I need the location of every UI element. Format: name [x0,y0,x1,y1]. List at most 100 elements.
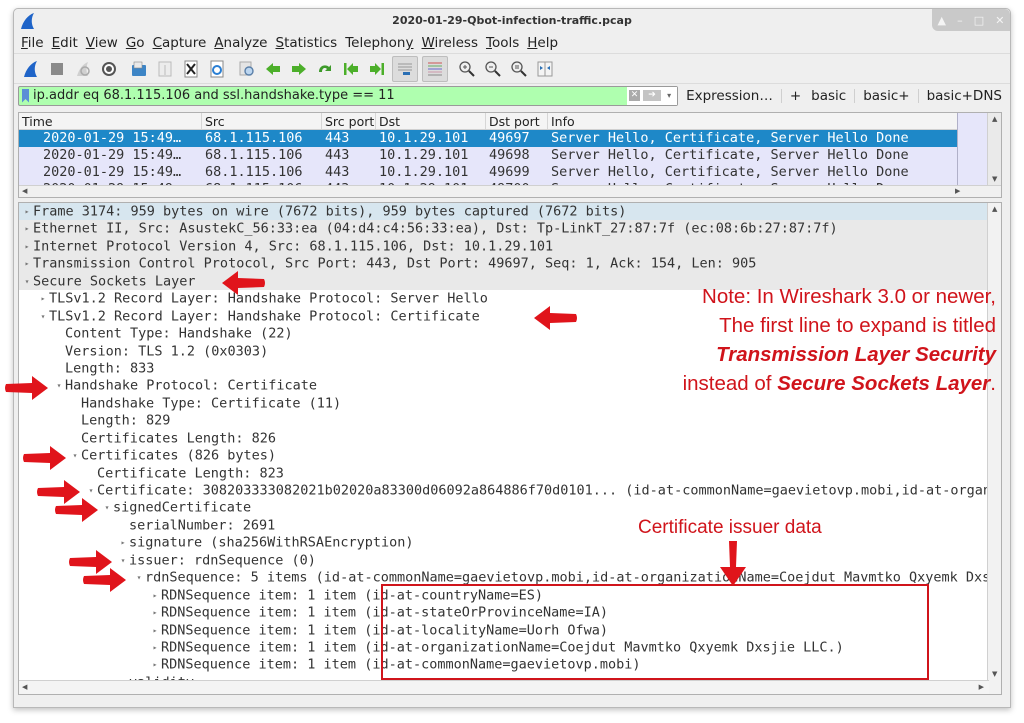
menu-file[interactable]: File [21,35,44,51]
clear-filter-icon[interactable]: ✕ [629,90,641,101]
reload-file-button[interactable] [206,58,228,80]
collapse-arrow-icon[interactable]: ▾ [85,482,97,499]
tree-item[interactable]: ▸Certificate Length: 823 [19,465,1001,482]
scroll-left-icon[interactable]: ◀ [22,187,27,195]
expand-arrow-icon[interactable]: ▸ [149,587,161,604]
filter-button-basic-plus[interactable]: basic+ [855,88,917,104]
collapse-arrow-icon[interactable]: ▾ [53,377,65,394]
collapse-arrow-icon[interactable]: ▾ [69,447,81,464]
find-packet-button[interactable] [236,58,258,80]
capture-options-button[interactable] [98,58,120,80]
menu-capture[interactable]: Capture [153,35,207,51]
resize-columns-button[interactable] [534,58,556,80]
packet-details-vertical-scrollbar[interactable]: ▲ ▼ [987,203,1001,694]
menu-tools[interactable]: Tools [486,35,519,51]
go-to-packet-button[interactable] [314,58,336,80]
tree-item[interactable]: ▸ Ethernet II, Src: AsustekC_56:33:ea (04… [19,220,1001,238]
packet-row[interactable]: 2020-01-29 15:49… 68.1.115.106 443 10.1.29.… [19,164,1001,181]
collapse-arrow-icon[interactable]: ▾ [117,552,129,569]
restart-capture-button[interactable] [72,58,94,80]
expand-arrow-icon[interactable]: ▸ [149,622,161,639]
menu-wireless[interactable]: Wireless [421,35,478,51]
tree-item[interactable]: ▾ signedCertificate [19,499,1001,516]
tree-item[interactable]: ▾ issuer: rdnSequence (0) [19,552,1001,569]
tree-item[interactable]: ▾ Certificates (826 bytes) [19,447,1001,464]
filter-history-dropdown-icon[interactable]: ▾ [667,91,671,100]
expand-arrow-icon[interactable]: ▸ [21,220,33,237]
menu-analyze[interactable]: Analyze [214,35,267,51]
scroll-left-icon[interactable]: ◀ [22,683,27,691]
add-filter-button[interactable]: + [782,88,809,104]
expand-arrow-icon[interactable]: ▸ [21,203,33,220]
scroll-down-icon[interactable]: ▼ [992,175,997,183]
tree-item[interactable]: ▸ Frame 3174: 959 bytes on wire (7672 bit… [19,203,1001,221]
column-header-src[interactable]: Src [202,113,322,129]
menu-view[interactable]: View [86,35,118,51]
column-header-dst-port[interactable]: Dst port [486,113,548,129]
expand-arrow-icon[interactable]: ▸ [149,639,161,656]
collapse-arrow-icon[interactable]: ▾ [21,273,33,290]
start-capture-button[interactable] [20,58,42,80]
zoom-in-button[interactable] [456,58,478,80]
tree-item[interactable]: ▸ signature (sha256WithRSAEncryption) [19,534,1001,551]
go-forward-button[interactable] [288,58,310,80]
expand-arrow-icon[interactable]: ▸ [149,604,161,621]
stop-capture-button[interactable] [46,58,68,80]
last-packet-button[interactable] [366,58,388,80]
expand-arrow-icon[interactable]: ▸ [117,534,129,551]
colorize-button[interactable] [422,55,448,82]
packet-row[interactable]: 2020-01-29 15:49… 68.1.115.106 443 10.1.29.… [19,130,1001,147]
collapse-arrow-icon[interactable]: ▾ [101,499,113,516]
menu-help[interactable]: Help [527,35,558,51]
collapse-arrow-icon[interactable]: ▾ [37,308,49,325]
filter-button-basic[interactable]: basic [809,88,854,104]
collapse-arrow-icon[interactable]: ▾ [133,569,145,586]
scroll-up-icon[interactable]: ▲ [992,205,997,213]
column-header-src-port[interactable]: Src port [322,113,376,129]
minimize-icon[interactable]: – [957,14,963,27]
scroll-down-icon[interactable]: ▼ [992,670,997,678]
tree-item[interactable]: ▾ Certificate: 308203333082021b02020a8330… [19,482,1001,499]
expression-button[interactable]: Expression… [678,88,781,104]
tree-item[interactable]: ▸ Transmission Control Protocol, Src Port… [19,255,1001,273]
display-filter-input[interactable] [33,86,628,105]
tree-item[interactable]: ▸ Internet Protocol Version 4, Src: 68.1.… [19,237,1001,256]
tree-item[interactable]: ▸Certificates Length: 826 [19,430,1001,447]
packet-list-vertical-scrollbar[interactable]: ▲ ▼ [987,113,1001,185]
normal-size-button[interactable] [508,58,530,80]
restore-up-icon[interactable]: ▲ [938,14,946,27]
expand-arrow-icon[interactable]: ▸ [21,238,33,255]
maximize-icon[interactable]: □ [974,14,984,27]
expand-arrow-icon[interactable]: ▸ [37,290,49,307]
menu-statistics[interactable]: Statistics [275,35,337,51]
menu-edit[interactable]: Edit [52,35,78,51]
scroll-right-icon[interactable]: ▶ [979,683,984,691]
close-icon[interactable]: ✕ [995,14,1004,27]
tree-item[interactable]: ▸Length: 829 [19,412,1001,429]
packet-row[interactable]: 2020-01-29 15:49… 68.1.115.106 443 10.1.29.… [19,147,1001,164]
display-filter-field[interactable]: ✕ ➔ ▾ [18,85,679,106]
column-header-dst[interactable]: Dst [376,113,486,129]
close-file-button[interactable] [180,58,202,80]
column-header-info[interactable]: Info [548,113,959,129]
menu-telephony[interactable]: Telephony [345,35,413,51]
open-file-button[interactable] [128,58,150,80]
first-packet-button[interactable] [340,58,362,80]
filter-bookmark-icon[interactable] [22,88,29,103]
tree-item[interactable]: ▸serialNumber: 2691 [19,517,1001,534]
expand-arrow-icon[interactable]: ▸ [21,255,33,272]
menu-go[interactable]: Go [126,35,145,51]
scroll-right-icon[interactable]: ▶ [955,187,960,195]
column-header-time[interactable]: Time [19,113,202,129]
save-file-button[interactable] [154,58,176,80]
autoscroll-button[interactable] [392,55,418,82]
go-back-button[interactable] [262,58,284,80]
scroll-up-icon[interactable]: ▲ [992,115,997,123]
packet-list-horizontal-scrollbar[interactable]: ◀ ▶ [19,185,1001,197]
apply-filter-icon[interactable]: ➔ [643,90,662,101]
packet-list-minimap[interactable] [957,113,987,185]
expand-arrow-icon[interactable]: ▸ [149,656,161,673]
filter-button-basic-dns[interactable]: basic+DNS [919,88,1010,104]
zoom-out-button[interactable] [482,58,504,80]
packet-details-horizontal-scrollbar[interactable]: ◀ ▶ [19,680,989,694]
